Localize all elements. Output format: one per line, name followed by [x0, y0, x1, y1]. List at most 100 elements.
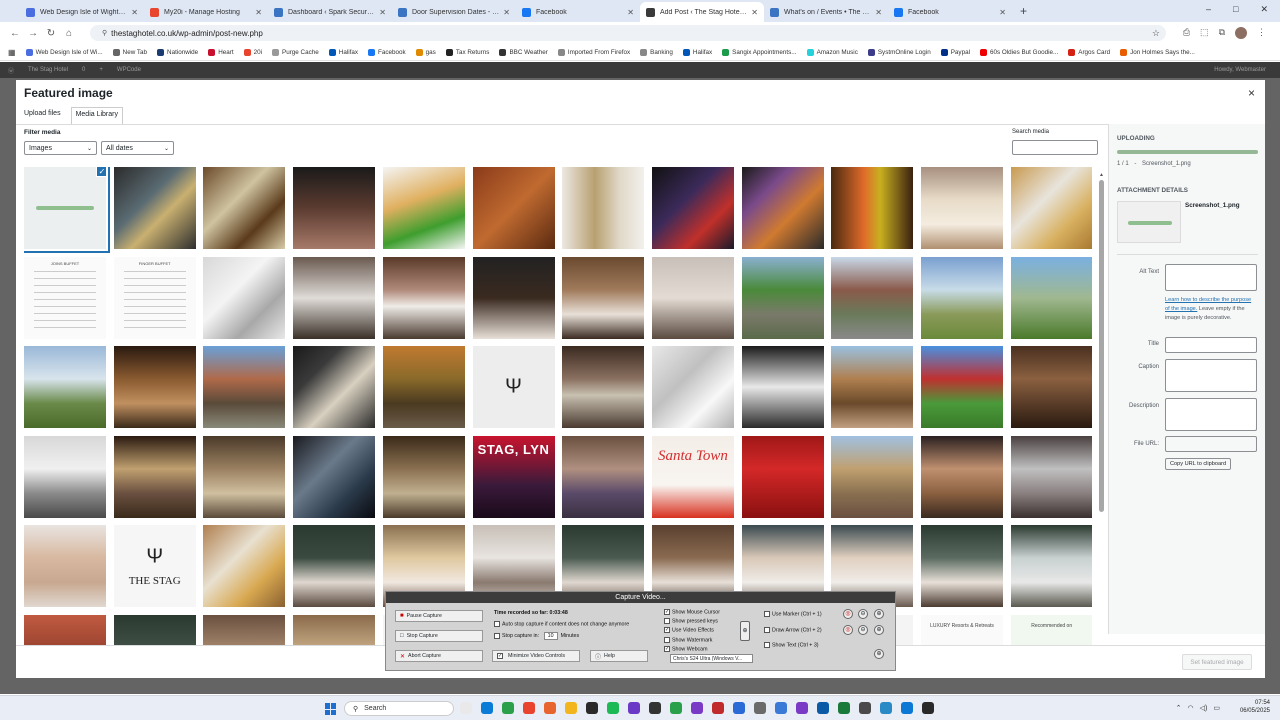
new-tab-icon[interactable]: +: [1020, 4, 1027, 18]
media-thumbnail[interactable]: [113, 615, 196, 648]
media-thumbnail[interactable]: Santa Town: [651, 435, 734, 518]
media-thumbnail[interactable]: LUXURY Resorts & Retreats: [921, 615, 1003, 648]
close-window-icon[interactable]: ✕: [1260, 4, 1268, 15]
taskbar-app-icon[interactable]: [691, 702, 703, 714]
media-thumbnail[interactable]: [24, 615, 106, 648]
bookmark-item[interactable]: Nationwide: [157, 48, 198, 56]
media-thumbnail[interactable]: [382, 346, 465, 429]
admin-bar-wpcode[interactable]: WPCode: [117, 67, 141, 73]
media-thumbnail[interactable]: [382, 435, 465, 518]
capture-option[interactable]: ✓ Use Video Effects: [664, 627, 714, 634]
taskbar-app-icon[interactable]: [733, 702, 745, 714]
admin-bar-howdy[interactable]: Howdy, Webmaster: [1214, 67, 1266, 73]
modal-close-icon[interactable]: ×: [1248, 86, 1255, 100]
media-thumbnail[interactable]: [113, 167, 196, 249]
media-thumbnail[interactable]: [741, 435, 824, 518]
minimize-controls-option[interactable]: ✓ Minimize Video Controls: [492, 650, 580, 662]
browser-tab[interactable]: My20i - Manage Hosting ✕: [144, 2, 268, 22]
admin-bar-comments[interactable]: 0: [82, 67, 85, 73]
bookmark-item[interactable]: Sangix Appointments...: [722, 48, 797, 56]
media-thumbnail[interactable]: [651, 346, 734, 429]
capture-option-checkbox[interactable]: ✓: [664, 627, 670, 634]
media-thumbnail[interactable]: Ψ: [472, 346, 555, 429]
bookmark-star-icon[interactable]: ☆: [1152, 28, 1160, 39]
media-thumbnail[interactable]: Ψ THE STAG: [113, 525, 196, 608]
media-thumbnail[interactable]: [831, 346, 914, 429]
tab-close-icon[interactable]: ✕: [875, 8, 882, 17]
bookmark-item[interactable]: New Tab: [112, 48, 147, 56]
arrow-add-icon[interactable]: ⊕: [874, 625, 884, 635]
media-thumbnail[interactable]: [1010, 346, 1092, 429]
media-thumbnail[interactable]: [203, 256, 286, 339]
capture-option-checkbox[interactable]: [664, 618, 670, 625]
bookmark-item[interactable]: Facebook: [368, 48, 406, 56]
bookmark-item[interactable]: Argos Card: [1068, 48, 1110, 56]
screenshot-icon[interactable]: ⬚: [1200, 27, 1209, 39]
profile-avatar[interactable]: [1235, 27, 1247, 39]
media-thumbnail[interactable]: [1010, 167, 1092, 249]
media-thumbnail[interactable]: [203, 615, 286, 648]
media-thumbnail[interactable]: [921, 167, 1003, 249]
media-thumbnail[interactable]: [24, 525, 106, 608]
capture-option-checkbox[interactable]: ✓: [664, 645, 670, 652]
file-url-field[interactable]: [1165, 436, 1257, 452]
tab-media-library[interactable]: Media Library: [70, 107, 123, 124]
tray-chevron-icon[interactable]: ⌃: [1176, 704, 1182, 712]
bookmark-item[interactable]: Paypal: [940, 48, 970, 56]
media-thumbnail[interactable]: [1010, 256, 1092, 339]
set-featured-image-button[interactable]: Set featured image: [1182, 654, 1252, 670]
maximize-icon[interactable]: □: [1233, 4, 1238, 15]
abort-capture-button[interactable]: ✕ Abort Capture: [395, 650, 483, 662]
media-thumbnail[interactable]: [382, 256, 465, 339]
taskbar-app-icon[interactable]: [859, 702, 871, 714]
taskbar-app-icon[interactable]: [649, 702, 661, 714]
add-option-icon[interactable]: ⊕: [740, 621, 750, 641]
media-scrollbar[interactable]: ▲ ▼: [1099, 172, 1104, 672]
caption-field[interactable]: [1165, 359, 1257, 392]
taskbar-clock[interactable]: 07:54 06/05/2025: [1240, 699, 1270, 715]
text-add-icon[interactable]: ⊕: [874, 649, 884, 659]
media-thumbnail[interactable]: [1010, 525, 1092, 608]
tab-close-icon[interactable]: ✕: [751, 8, 758, 17]
arrow-color-icon[interactable]: ◎: [843, 625, 853, 635]
media-thumbnail[interactable]: [472, 167, 555, 249]
bookmark-item[interactable]: Amazon Music: [806, 48, 858, 56]
bookmark-item[interactable]: Web Design Isle of Wi...: [25, 48, 103, 56]
taskbar-app-icon[interactable]: [628, 702, 640, 714]
taskbar-app-icon[interactable]: [775, 702, 787, 714]
wp-logo-icon[interactable]: ⓦ: [8, 66, 14, 75]
bookmark-item[interactable]: Purge Cache: [272, 48, 319, 56]
taskbar-app-icon[interactable]: [901, 702, 913, 714]
media-thumbnail[interactable]: [651, 167, 734, 249]
media-thumbnail[interactable]: [921, 525, 1003, 608]
media-thumbnail[interactable]: [562, 435, 645, 518]
bookmark-item[interactable]: Tax Returns: [445, 48, 489, 56]
apps-grid-icon[interactable]: ▦: [8, 48, 16, 57]
media-thumbnail[interactable]: [293, 435, 376, 518]
media-thumbnail[interactable]: [831, 167, 914, 249]
media-thumbnail[interactable]: [562, 167, 645, 249]
draw-arrow-checkbox[interactable]: [764, 627, 770, 633]
taskbar-app-icon[interactable]: [544, 702, 556, 714]
scroll-up-icon[interactable]: ▲: [1099, 172, 1104, 178]
site-info-icon[interactable]: ⚲: [102, 29, 107, 37]
taskbar-app-icon[interactable]: [670, 702, 682, 714]
stop-in-option[interactable]: Stop capture in: 10 Minutes: [494, 632, 579, 640]
media-thumbnail[interactable]: [203, 435, 286, 518]
taskbar-app-icon[interactable]: [523, 702, 535, 714]
draw-arrow-option[interactable]: Draw Arrow (Ctrl + 2): [764, 627, 822, 633]
taskbar-app-icon[interactable]: [838, 702, 850, 714]
media-thumbnail[interactable]: [24, 346, 106, 429]
pause-capture-button[interactable]: ■ Pause Capture: [395, 610, 483, 622]
media-thumbnail[interactable]: [113, 346, 196, 429]
capture-option-checkbox[interactable]: ✓: [664, 609, 670, 615]
browser-tab[interactable]: Dashboard ‹ Spark Security — Wo ✕: [268, 2, 392, 22]
stop-in-checkbox[interactable]: [494, 632, 500, 639]
tab-upload-files[interactable]: Upload files: [24, 110, 61, 124]
taskbar-app-icon[interactable]: [922, 702, 934, 714]
stop-capture-button[interactable]: □ Stop Capture: [395, 630, 483, 642]
taskbar-app-icon[interactable]: [481, 702, 493, 714]
browser-tab[interactable]: Facebook ✕: [888, 2, 1012, 22]
use-marker-checkbox[interactable]: [764, 611, 770, 617]
media-thumbnail[interactable]: [562, 256, 645, 339]
